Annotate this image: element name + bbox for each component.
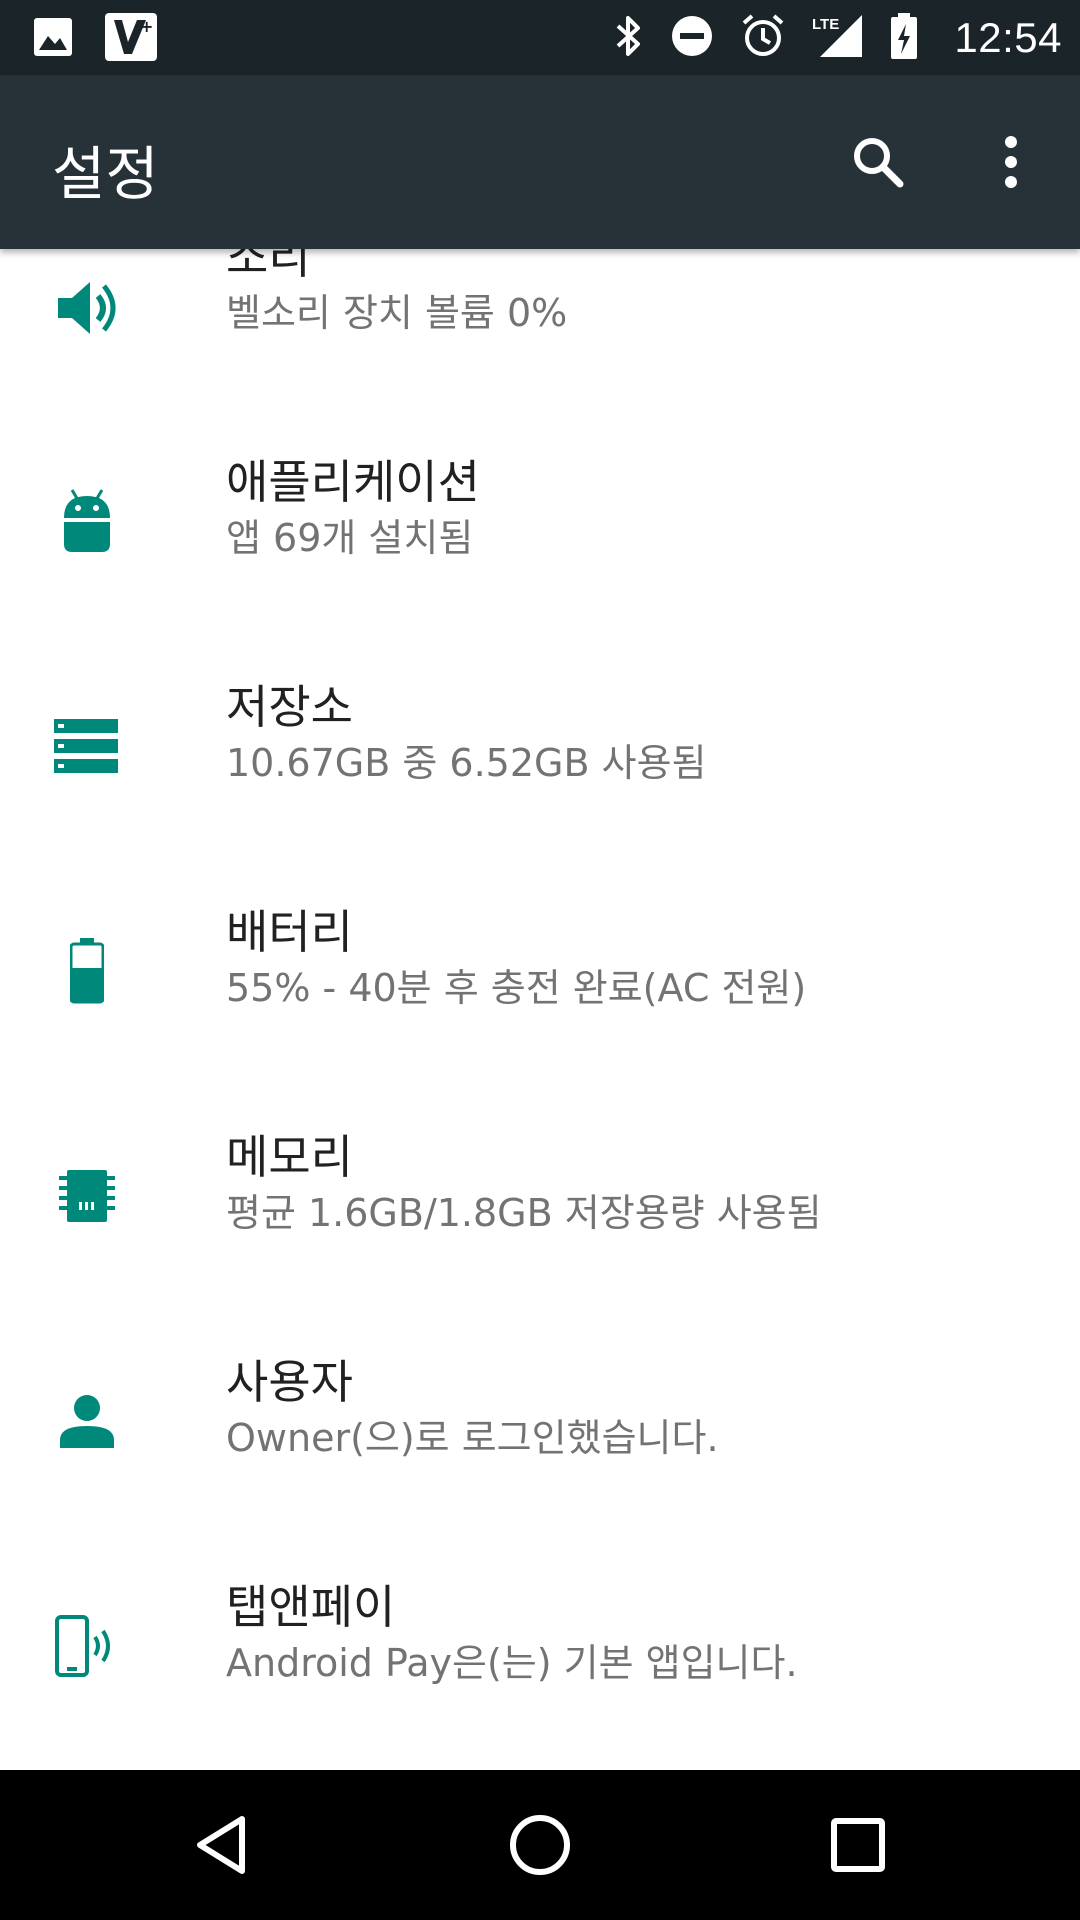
person-icon — [44, 1378, 130, 1464]
settings-item-battery[interactable]: 배터리 55% - 40분 후 충전 완료(AC 전원) — [0, 886, 1080, 1111]
settings-item-summary: 앱 69개 설치됨 — [226, 516, 474, 560]
settings-item-summary: 55% - 40분 후 충전 완료(AC 전원) — [226, 966, 807, 1010]
settings-item-storage[interactable]: 저장소 10.67GB 중 6.52GB 사용됨 — [0, 661, 1080, 886]
recents-button[interactable] — [818, 1805, 898, 1885]
bluetooth-icon — [614, 14, 644, 62]
settings-item-title: 사용자 — [226, 1355, 353, 1409]
settings-item-tap-pay[interactable]: 탭앤페이 Android Pay은(는) 기본 앱입니다. — [0, 1561, 1080, 1770]
screen: + LTE 12:54 설정 소리 벨소리 장치 볼륨 0% 애플리케이션 앱 … — [0, 0, 1080, 1920]
lte-label: LTE — [812, 16, 839, 33]
storage-icon — [54, 703, 118, 789]
settings-item-summary: 10.67GB 중 6.52GB 사용됨 — [226, 741, 707, 785]
settings-item-summary: Owner(으)로 로그인했습니다. — [226, 1416, 719, 1460]
app-badge-icon: + — [104, 12, 158, 66]
more-vert-icon — [1005, 136, 1017, 188]
do-not-disturb-icon — [670, 14, 714, 62]
battery-charging-icon — [890, 12, 918, 64]
settings-item-sound[interactable]: 소리 벨소리 장치 볼륨 0% — [0, 249, 1080, 436]
settings-list: 소리 벨소리 장치 볼륨 0% 애플리케이션 앱 69개 설치됨 저장소 10.… — [0, 249, 1080, 1770]
settings-item-title: 저장소 — [226, 680, 353, 734]
settings-item-title: 탭앤페이 — [226, 1580, 396, 1634]
settings-item-summary: 평균 1.6GB/1.8GB 저장용량 사용됨 — [226, 1191, 822, 1235]
status-bar: + LTE 12:54 — [0, 0, 1080, 75]
settings-item-summary: 벨소리 장치 볼륨 0% — [226, 291, 568, 335]
more-options-button[interactable] — [986, 132, 1036, 192]
lte-signal-icon: LTE — [812, 11, 864, 65]
recents-icon — [831, 1818, 885, 1872]
settings-item-title: 배터리 — [226, 905, 353, 959]
navigation-bar — [0, 1770, 1080, 1920]
android-icon — [44, 478, 130, 564]
back-button[interactable] — [182, 1805, 262, 1885]
search-button[interactable] — [848, 132, 908, 192]
settings-item-users[interactable]: 사용자 Owner(으)로 로그인했습니다. — [0, 1336, 1080, 1561]
battery-icon — [44, 928, 130, 1014]
svg-text:+: + — [140, 17, 153, 36]
settings-item-memory[interactable]: 메모리 평균 1.6GB/1.8GB 저장용량 사용됨 — [0, 1111, 1080, 1336]
status-time: 12:54 — [954, 13, 1062, 61]
settings-item-title: 애플리케이션 — [226, 455, 480, 509]
search-icon — [854, 138, 904, 188]
back-icon — [197, 1816, 245, 1874]
alarm-icon — [740, 13, 786, 63]
nfc-phone-icon — [44, 1603, 130, 1689]
settings-item-apps[interactable]: 애플리케이션 앱 69개 설치됨 — [0, 436, 1080, 661]
home-button[interactable] — [500, 1805, 580, 1885]
memory-chip-icon — [44, 1153, 130, 1239]
page-title: 설정 — [52, 140, 159, 208]
settings-item-title: 메모리 — [226, 1130, 353, 1184]
home-icon — [510, 1815, 570, 1875]
image-icon — [32, 16, 74, 62]
app-bar: 설정 — [0, 75, 1080, 249]
volume-icon — [44, 265, 130, 351]
settings-item-summary: Android Pay은(는) 기본 앱입니다. — [226, 1641, 798, 1685]
